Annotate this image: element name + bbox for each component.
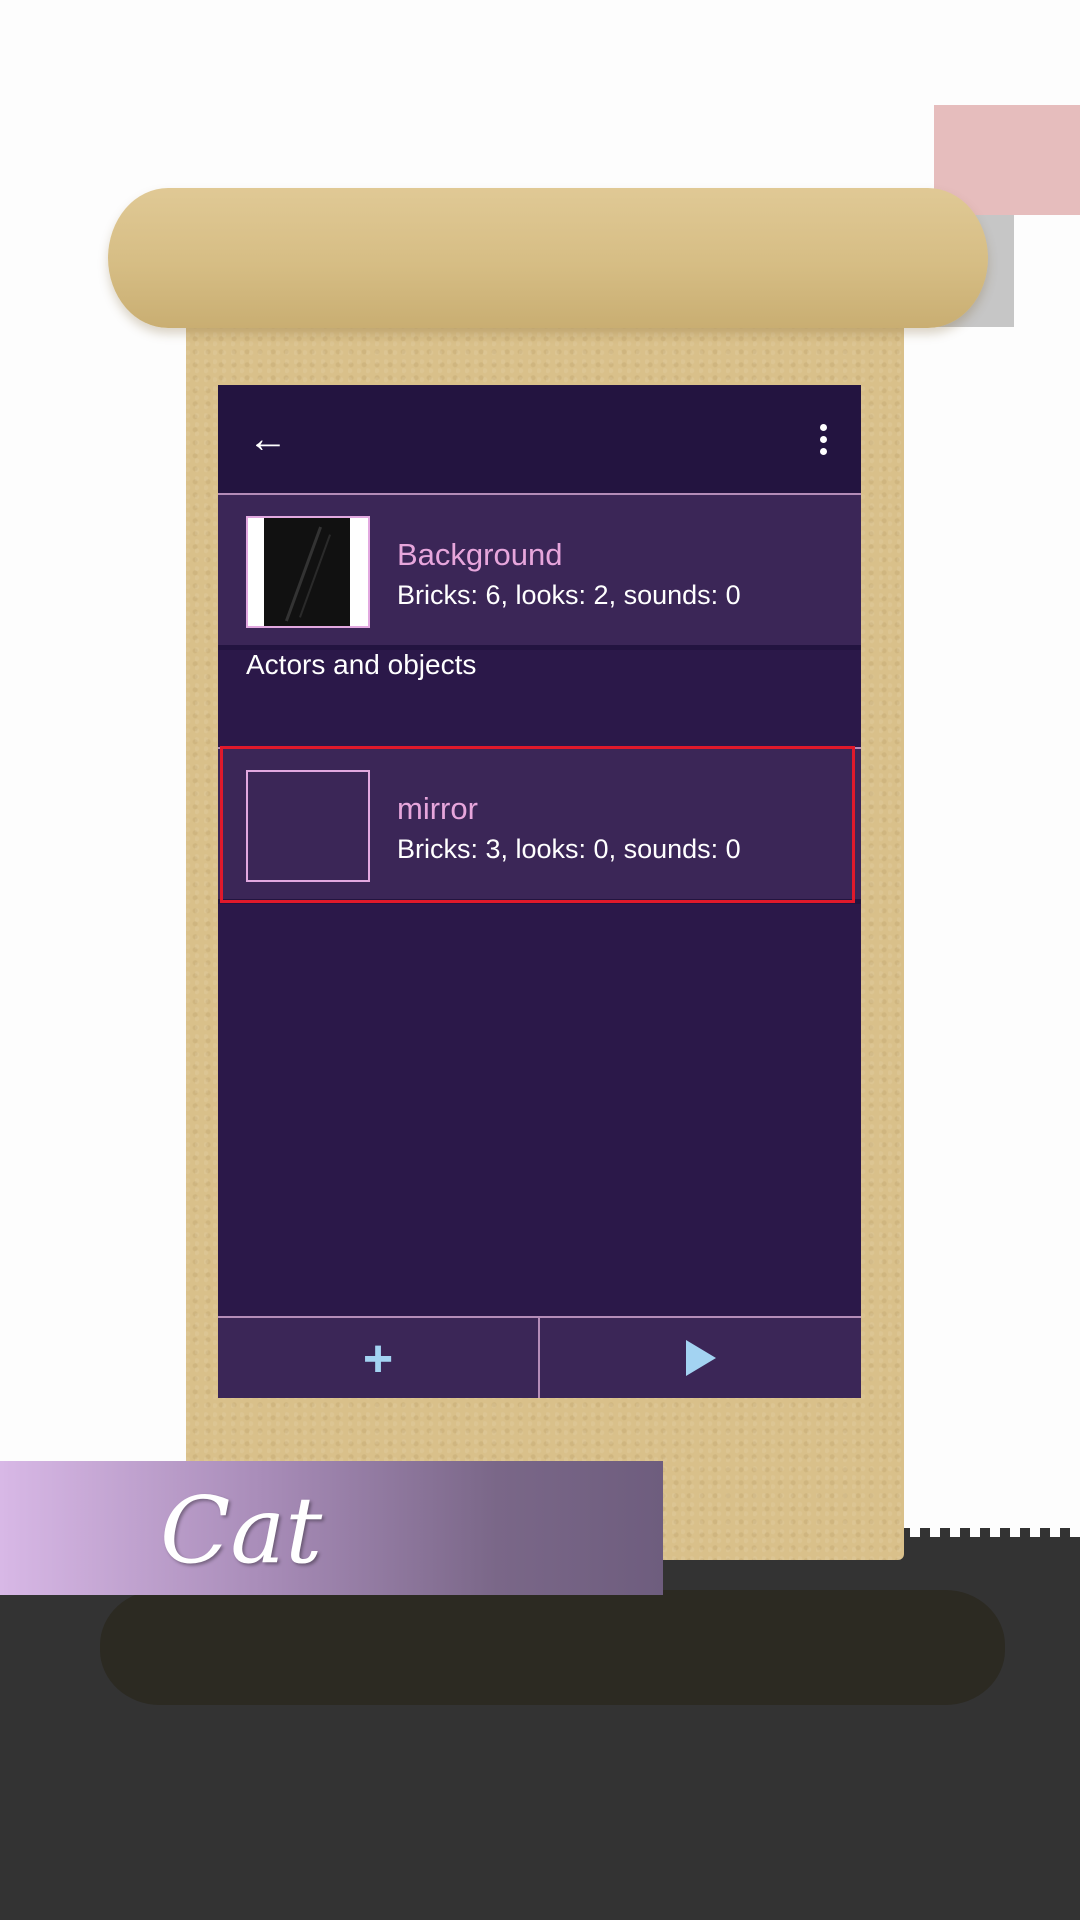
bottom-action-bar: +: [218, 1316, 861, 1398]
app-screen: ← Background Bricks: 6, looks: 2, sounds…: [218, 385, 861, 1398]
background-thumbnail: [246, 516, 370, 628]
decorative-scroll-roll-top: [108, 188, 988, 328]
selection-highlight: [220, 746, 855, 903]
section-header-actors: Actors and objects: [246, 649, 477, 680]
arrow-left-icon: ←: [248, 417, 288, 461]
background-list-item[interactable]: Background Bricks: 6, looks: 2, sounds: …: [218, 495, 861, 650]
background-thumbnail-image: [264, 518, 350, 626]
top-toolbar: ←: [218, 385, 861, 495]
toolbar-title: [338, 415, 738, 465]
banner-title: Cat: [160, 1477, 323, 1584]
more-options-button[interactable]: [803, 411, 843, 467]
cat-banner: Cat: [0, 1461, 663, 1595]
background-name: Background: [397, 537, 563, 572]
decorative-scroll-roll-bottom: [100, 1590, 1005, 1705]
plus-icon: +: [362, 1330, 394, 1388]
play-button[interactable]: [540, 1318, 861, 1398]
back-button[interactable]: ←: [240, 411, 296, 467]
more-vertical-icon-dot: [819, 447, 827, 455]
add-button[interactable]: +: [218, 1318, 538, 1398]
more-vertical-icon: [819, 423, 827, 431]
more-vertical-icon-dot: [819, 435, 827, 443]
background-details: Bricks: 6, looks: 2, sounds: 0: [397, 580, 741, 610]
